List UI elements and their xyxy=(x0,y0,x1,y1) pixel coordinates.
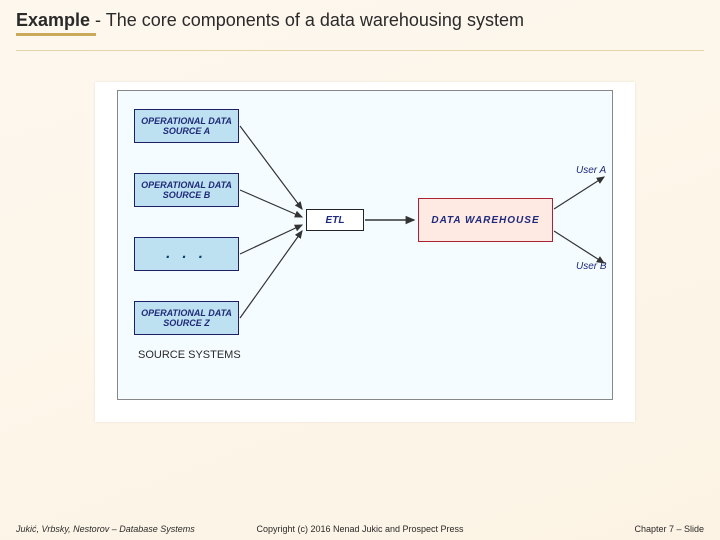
arrows-layer xyxy=(118,91,614,401)
footer-right: Chapter 7 – Slide xyxy=(634,524,704,534)
slide: Example - The core components of a data … xyxy=(0,0,720,540)
diagram-container: OPERATIONAL DATA SOURCE A OPERATIONAL DA… xyxy=(95,82,635,422)
separator xyxy=(16,50,704,51)
title-rest: - The core components of a data warehous… xyxy=(90,10,524,30)
title-strong: Example xyxy=(16,10,90,30)
footer-mid: Copyright (c) 2016 Nenad Jukic and Prosp… xyxy=(256,524,463,534)
title-underline xyxy=(16,33,96,36)
title-bar: Example - The core components of a data … xyxy=(0,0,720,36)
diagram-panel: OPERATIONAL DATA SOURCE A OPERATIONAL DA… xyxy=(117,90,613,400)
footer: Jukić, Vrbsky, Nestorov – Database Syste… xyxy=(0,524,720,534)
footer-left: Jukić, Vrbsky, Nestorov – Database Syste… xyxy=(16,524,195,534)
